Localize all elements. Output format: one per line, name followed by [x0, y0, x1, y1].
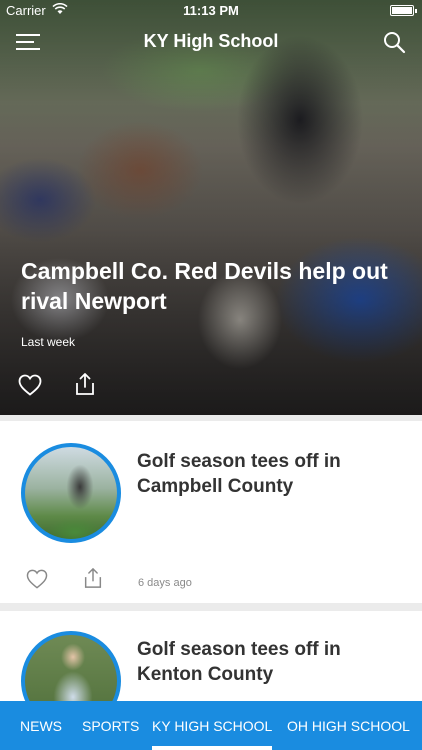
nav-bar: KY High School: [0, 22, 422, 62]
article-timestamp: 6 days ago: [138, 577, 192, 589]
status-time: 11:13 PM: [183, 3, 239, 18]
article-headline[interactable]: Golf season tees off in Kenton County: [137, 637, 407, 687]
status-bar: Carrier 11:13 PM: [0, 0, 422, 22]
heart-icon[interactable]: [26, 569, 48, 589]
battery-icon: [390, 5, 417, 16]
bottom-tab-bar: NEWS SPORTS KY HIGH SCHOOL OH HIGH SCHOO…: [0, 701, 422, 750]
tab-ky-high-school[interactable]: KY HIGH SCHOOL: [152, 701, 273, 750]
hero-timestamp: Last week: [21, 335, 76, 349]
article-card[interactable]: Golf season tees off in Kenton County: [0, 611, 422, 731]
share-icon[interactable]: [73, 372, 97, 396]
heart-icon[interactable]: [18, 374, 42, 396]
search-icon[interactable]: [382, 30, 406, 54]
tab-oh-high-school[interactable]: OH HIGH SCHOOL: [287, 701, 410, 750]
tab-news[interactable]: NEWS: [20, 701, 62, 750]
article-card[interactable]: Golf season tees off in Campbell County …: [0, 421, 422, 603]
article-headline[interactable]: Golf season tees off in Campbell County: [137, 449, 407, 499]
tab-sports[interactable]: SPORTS: [82, 701, 139, 750]
hero-image[interactable]: [0, 0, 422, 415]
article-thumbnail[interactable]: [21, 443, 121, 543]
page-title: KY High School: [143, 31, 279, 51]
hero-headline[interactable]: Campbell Co. Red Devils help out rival N…: [21, 256, 401, 316]
share-icon[interactable]: [82, 567, 104, 589]
